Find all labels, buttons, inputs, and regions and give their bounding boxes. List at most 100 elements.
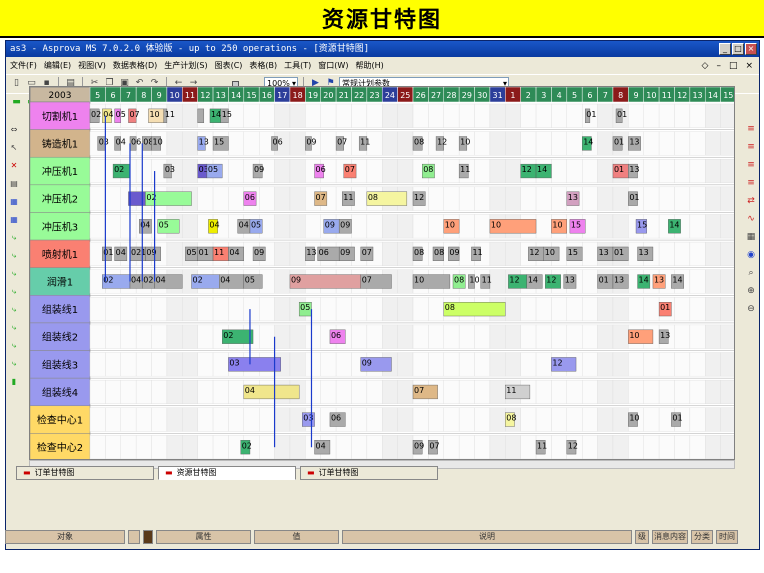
menu-production-plan[interactable]: 生产计划(S) (164, 60, 207, 71)
operation-label: 06 (319, 248, 329, 257)
bars4-icon[interactable]: ≡ (745, 177, 758, 190)
day-cell (120, 379, 137, 404)
link5-icon[interactable]: ⤷ (8, 303, 21, 316)
minimize-button[interactable]: _ (719, 43, 731, 55)
close-button[interactable]: × (745, 43, 757, 55)
day-cell (705, 379, 721, 404)
day-cell (228, 186, 245, 211)
menu-data-table[interactable]: 数据表格(D) (113, 60, 157, 71)
day-cell (120, 352, 137, 377)
operation-label: 02 (143, 276, 153, 285)
operation-label: 15 (568, 248, 578, 257)
link6-icon[interactable]: ⤷ (8, 321, 21, 334)
menu-view[interactable]: 视图(V) (78, 60, 106, 71)
menu-help[interactable]: 帮助(H) (355, 60, 383, 71)
tab-resource-gantt[interactable]: ▬ 资源甘特图 (158, 466, 296, 480)
day-cell (382, 379, 398, 404)
header-time[interactable]: 时间 (716, 530, 738, 544)
day-cell (689, 352, 706, 377)
menu-chart[interactable]: 图表(C) (215, 60, 243, 71)
day-cell (428, 297, 444, 322)
day-cell (228, 379, 245, 404)
header-object[interactable]: 对象 (5, 530, 125, 544)
delete-icon[interactable]: ✕ (8, 159, 21, 172)
day-cell (643, 159, 660, 184)
day-cell (305, 379, 321, 404)
day-cell (443, 407, 460, 432)
link-icon[interactable]: ⤷ (8, 231, 21, 244)
operation-label: 05 (159, 220, 169, 229)
zoom-in-icon[interactable]: ⊕ (745, 285, 758, 298)
window-title: as3 - Asprova MS 7.0.2.0 体验版 - up to 250… (6, 41, 759, 57)
day-cell (382, 435, 398, 459)
tab-order-gantt-2[interactable]: ▬ 订单甘特图 (300, 466, 438, 480)
header-value[interactable]: 值 (254, 530, 339, 544)
calendar2-icon[interactable]: ▦ (8, 213, 21, 226)
bars2-icon[interactable]: ≡ (745, 141, 758, 154)
mdi-maximize-icon[interactable]: □ (729, 61, 738, 71)
menu-edit[interactable]: 编辑(E) (44, 60, 71, 71)
menu-table[interactable]: 表格(B) (249, 60, 277, 71)
menu-tools[interactable]: 工具(T) (284, 60, 311, 71)
menu-window[interactable]: 窗口(W) (318, 60, 348, 71)
day-cell (581, 407, 598, 432)
header-attribute[interactable]: 属性 (156, 530, 251, 544)
link7-icon[interactable]: ⤷ (8, 339, 21, 352)
operation-label: 11 (343, 193, 353, 202)
new-file-icon[interactable]: ▯ (10, 77, 23, 90)
pointer-icon[interactable]: ↖ (8, 141, 21, 154)
resource-name: 铸造机1 (42, 137, 78, 150)
gantt-view-1-icon[interactable]: ▬ (10, 96, 23, 109)
day-cell (474, 131, 491, 156)
operation-label: 11 (214, 248, 224, 257)
link8-icon[interactable]: ⤷ (8, 357, 21, 370)
day-cell (551, 407, 568, 432)
menu-file[interactable]: 文件(F) (10, 60, 37, 71)
arrows-icon[interactable]: ⇄ (745, 195, 758, 208)
move-icon[interactable]: ⇔ (8, 123, 21, 136)
day-cell (628, 379, 644, 404)
day-cell (397, 297, 414, 322)
day-cell (505, 435, 521, 459)
globe-icon[interactable]: ◉ (745, 249, 758, 262)
mdi-restore-icon[interactable]: ◇ (702, 61, 709, 71)
resource-name: 润滑1 (47, 276, 73, 289)
resource-name: 冲压机2 (42, 193, 78, 206)
bars3-icon[interactable]: ≡ (745, 159, 758, 172)
day-cell (397, 269, 414, 294)
grid-icon[interactable]: ▦ (745, 231, 758, 244)
zoom-icon[interactable]: ⌕ (745, 267, 758, 280)
header-level[interactable]: 级 (635, 530, 649, 544)
operation-label: 08 (454, 276, 464, 285)
header-category[interactable]: 分类 (691, 530, 713, 544)
day-cell (89, 352, 106, 377)
day-cell (720, 159, 734, 184)
tab-order-gantt[interactable]: ▬ 订单甘特图 (16, 466, 154, 480)
bars-icon[interactable]: ≡ (745, 123, 758, 136)
mdi-minimize-icon[interactable]: – (716, 61, 721, 71)
resource-gantt-chart[interactable]: 2003 5 6 7 8 9 10 11 12 13 14 15 16 17 18 19 20 21 22 23 24 2… (29, 86, 735, 460)
date-label: 16 (262, 91, 272, 100)
day-cell (335, 379, 352, 404)
header-description[interactable]: 说明 (342, 530, 632, 544)
day-cell (197, 435, 214, 459)
calendar-icon[interactable]: ▦ (8, 195, 21, 208)
operation-label: 01 (629, 193, 639, 202)
day-cell (274, 186, 291, 211)
header-message[interactable]: 消息内容 (652, 530, 688, 544)
tab-label: 资源甘特图 (176, 468, 217, 477)
day-cell (489, 324, 506, 349)
day-cell (643, 297, 660, 322)
maximize-button[interactable]: □ (732, 43, 744, 55)
wave-icon[interactable]: ∿ (745, 213, 758, 226)
link4-icon[interactable]: ⤷ (8, 285, 21, 298)
mdi-close-icon[interactable]: × (745, 61, 753, 71)
date-label: 11 (185, 91, 195, 100)
operation-label: 14 (583, 138, 593, 147)
table-icon[interactable]: ▤ (8, 177, 21, 190)
link2-icon[interactable]: ⤷ (8, 249, 21, 262)
link3-icon[interactable]: ⤷ (8, 267, 21, 280)
operation-label: 13 (629, 165, 639, 174)
chart-icon[interactable]: ▮ (8, 375, 21, 388)
zoom-out-icon[interactable]: ⊖ (745, 303, 758, 316)
